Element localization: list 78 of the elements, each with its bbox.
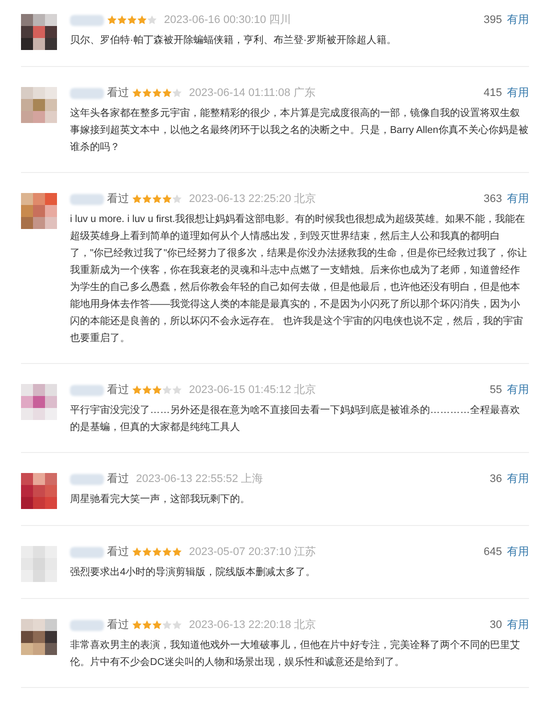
watched-label: 看过 — [107, 472, 129, 487]
watched-label: 看过 — [107, 618, 129, 633]
helpful-link[interactable]: 有用 — [507, 12, 529, 28]
review-time: 2023-06-13 22:55:52 — [136, 472, 238, 487]
review-text: i luv u more. i luv u first.我很想让妈妈看这部电影。有的时候我也很想成为超级英雄。如果不能，我能在超级英雄身上看到简单的道理如何从个人情感出发，到毁灭世界结束，然后主人公和我真的都明白了，"你已经救过我了"你已经努力了很多次，结果是你没办法拯救我的生命，但是你已经救过我了，你让我重新成为一个侠客，你在我衰老的灵魂和斗志中点燃了一支蜡烛。后来你也成为了老师，知道曾经作为学生的自己多么愚蠢，然后你教会年轻的自己如何去做，但是他最后，也许他还没有明白，但是他本能地用身体去作答——我觉得这人类的本能是最真实的，不是因为小闪死了所以那个坏闪消失，因为小闪的本能还是良善的，所以坏闪不会永远存在。 也许我是这个宇宙的闪电侠也说不定，然后，我的宇宙也要重启了。 — [70, 212, 528, 346]
star-icon — [172, 194, 182, 204]
star-icon — [132, 620, 142, 630]
star-icon — [152, 194, 162, 204]
star-icon — [172, 620, 182, 630]
star-icon — [152, 385, 162, 395]
star-icon — [132, 547, 142, 557]
review-text: 周星驰看完大笑一声，这部我玩剩下的。 — [70, 492, 251, 507]
blurred-username — [70, 194, 104, 204]
watched-label: 看过 — [107, 383, 129, 398]
review-time: 2023-06-13 22:20:18 — [189, 618, 292, 633]
helpful-link[interactable]: 有用 — [507, 85, 529, 101]
review-time: 2023-06-13 22:25:20 — [189, 192, 292, 207]
vote-count: 395 — [484, 13, 502, 28]
star-icon — [132, 385, 142, 395]
helpful-link[interactable]: 有用 — [507, 471, 529, 487]
vote-count: 55 — [490, 383, 502, 398]
star-icon — [142, 620, 152, 630]
review-location: 北京 — [294, 382, 316, 398]
review-location: 四川 — [269, 13, 292, 28]
star-icon — [132, 88, 142, 98]
review-text: 贝尔、罗伯特·帕丁森被开除蝙蝠侠籍，亨利、布兰登·罗斯被开除超人籍。 — [70, 34, 398, 48]
vote-count: 36 — [490, 472, 502, 487]
vote-count: 645 — [484, 545, 502, 560]
review-text: 这年头各家都在整多元宇宙，能整精彩的很少，本片算是完成度很高的一部，镜像自我的设置将双生叙事嫁接到超英文本中，以他之名最终闭环于以我之名的决断之中。只是，Barry Allen你真不关心你妈是被谁杀的吗？ — [70, 106, 529, 155]
review-location: 江苏 — [294, 545, 316, 560]
review-text: 平行宇宙没完没了……另外还是很在意为啥不直接回去看一下妈妈到底是被谁杀的…………全程最喜欢的是基蝙，但真的大家都是纯纯工具人 — [70, 404, 521, 435]
review-time: 2023-05-07 20:37:10 — [189, 545, 292, 560]
star-icon — [147, 15, 157, 25]
blurred-username — [70, 620, 104, 630]
blurred-username — [70, 546, 104, 558]
star-icon — [162, 194, 172, 204]
vote-count: 415 — [484, 86, 502, 101]
star-icon — [152, 88, 162, 98]
star-icon — [107, 15, 117, 25]
star-icon — [142, 88, 152, 98]
review-location: 北京 — [294, 618, 316, 633]
review-time: 2023-06-14 01:11:08 — [189, 86, 290, 101]
star-icon — [142, 547, 152, 557]
star-icon — [172, 88, 182, 98]
review-text: 强烈要求出4小时的导演剪辑版，院线版本删减太多了。 — [70, 566, 317, 580]
watched-label: 看过 — [107, 86, 129, 101]
watched-label: 看过 — [107, 545, 129, 560]
blurred-username — [70, 88, 104, 98]
watched-label: 看过 — [107, 192, 129, 207]
star-icon — [142, 385, 152, 395]
star-icon — [152, 620, 162, 630]
star-icon — [142, 194, 152, 204]
star-icon — [172, 385, 182, 395]
star-icon — [162, 547, 172, 557]
star-icon — [137, 15, 147, 25]
star-icon — [132, 194, 142, 204]
star-icon — [162, 88, 172, 98]
review-location: 北京 — [294, 192, 316, 207]
blurred-username — [70, 14, 104, 26]
review-location: 上海 — [241, 472, 264, 487]
star-icon — [162, 620, 172, 630]
blurred-username — [70, 384, 104, 396]
vote-count: 30 — [490, 618, 502, 633]
helpful-link[interactable]: 有用 — [507, 617, 529, 633]
star-icon — [172, 547, 182, 557]
helpful-link[interactable]: 有用 — [507, 191, 529, 207]
helpful-link[interactable]: 有用 — [507, 544, 529, 560]
star-icon — [152, 547, 162, 557]
vote-count: 363 — [484, 192, 502, 207]
review-text: 非常喜欢男主的表演，我知道他戏外一大堆破事儿，但他在片中好专注，完美诠释了两个不同的巴里艾伦。片中有不少会DC迷尖叫的人物和场景出现，娱乐性和诚意还是给到了。 — [70, 638, 521, 670]
blurred-username — [70, 474, 104, 484]
star-icon — [127, 15, 137, 25]
star-icon — [162, 385, 172, 395]
review-time: 2023-06-16 00:30:10 — [164, 13, 266, 28]
helpful-link[interactable]: 有用 — [507, 382, 529, 398]
review-location: 广东 — [293, 86, 316, 101]
review-time: 2023-06-15 01:45:12 — [189, 383, 292, 398]
star-icon — [117, 15, 127, 25]
